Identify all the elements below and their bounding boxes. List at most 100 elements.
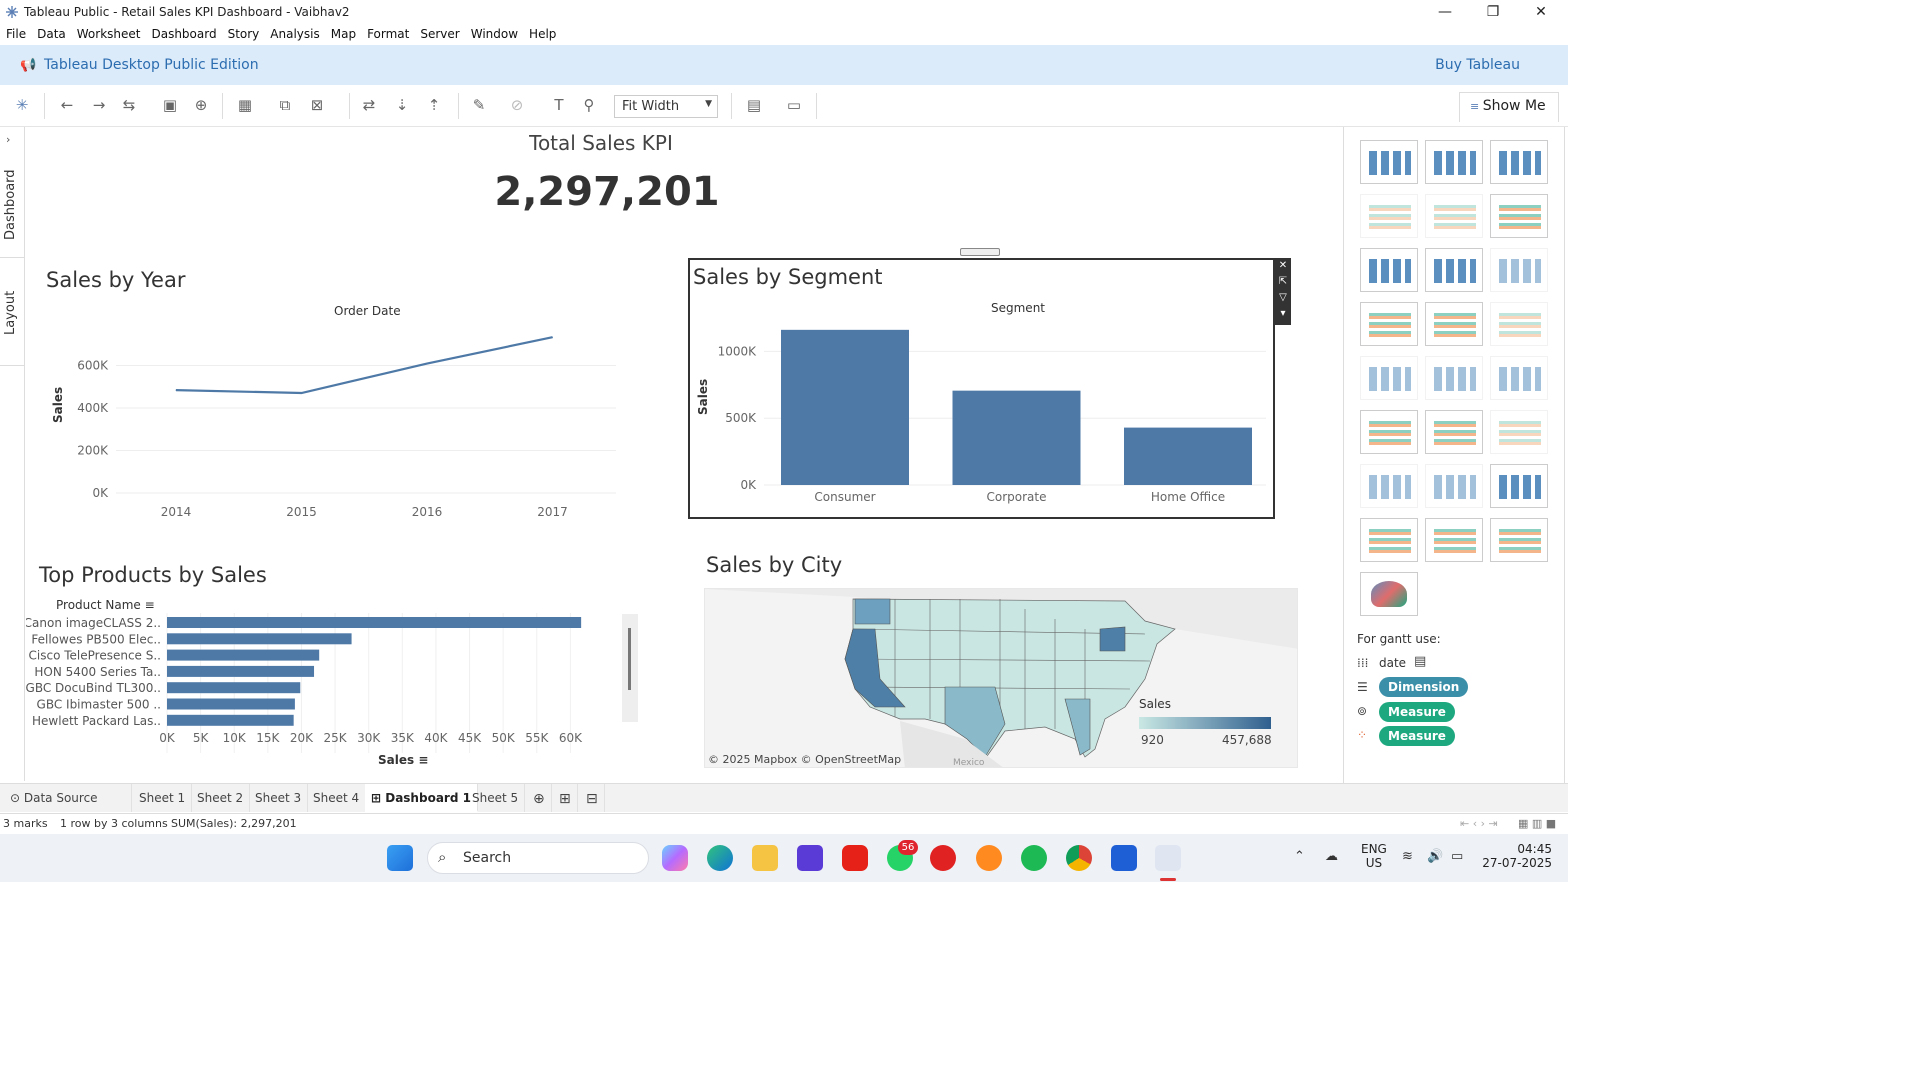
windows-start-icon[interactable]	[387, 845, 413, 871]
tableau-home-icon[interactable]: ✳	[13, 96, 31, 114]
view-mode-icons[interactable]: ▦ ▥ ■	[1518, 817, 1556, 830]
restore-button[interactable]: ❐	[1470, 0, 1516, 24]
copilot-icon[interactable]	[662, 845, 688, 871]
chart-type-thumbnail[interactable]	[1425, 410, 1483, 454]
chart-type-thumbnail[interactable]	[1425, 518, 1483, 562]
filter-icon[interactable]: ▽	[1275, 290, 1291, 306]
tray-icon[interactable]: ☁	[1325, 849, 1338, 864]
replay-icon[interactable]: ⇆	[120, 96, 138, 114]
show-me-tab[interactable]: ≡ Show Me	[1459, 92, 1559, 122]
new-dashboard-tab-icon[interactable]: ⊞	[553, 784, 578, 812]
group-members-icon[interactable]: ⊘	[508, 96, 526, 114]
sales-by-city-map[interactable]: Mexico © 2025 Mapbox © OpenStreetMap Sal…	[704, 588, 1298, 768]
dashboard-side-tab[interactable]: Dashboard	[3, 169, 18, 240]
go-to-sheet-icon[interactable]: ⇱	[1275, 274, 1291, 290]
chart-type-thumbnail[interactable]	[1490, 302, 1548, 346]
volume-icon[interactable]: 🔊	[1427, 849, 1443, 864]
clear-sheet-icon[interactable]: ⊠	[308, 96, 326, 114]
data-source-tab[interactable]: ⊙ Data Source	[4, 784, 132, 812]
new-data-source-icon[interactable]: ⊕	[192, 96, 210, 114]
chart-type-thumbnail[interactable]	[1360, 410, 1418, 454]
chart-type-thumbnail[interactable]	[1360, 194, 1418, 238]
language-indicator[interactable]: ENG US	[1361, 842, 1387, 870]
minimize-button[interactable]: —	[1422, 0, 1468, 24]
youtube-icon[interactable]	[842, 845, 868, 871]
chart-type-thumbnail[interactable]	[1490, 194, 1548, 238]
sheet-tab-2[interactable]: Sheet 2	[191, 784, 251, 812]
power-automate-icon[interactable]	[797, 845, 823, 871]
chart-type-thumbnail[interactable]	[1360, 572, 1418, 616]
tuf-icon[interactable]	[930, 845, 956, 871]
swap-rows-columns-icon[interactable]: ⇄	[360, 96, 378, 114]
pin-axes-icon[interactable]: ⚲	[580, 96, 598, 114]
chart-type-thumbnail[interactable]	[1425, 302, 1483, 346]
app-icon[interactable]	[976, 845, 1002, 871]
chart-type-thumbnail[interactable]	[1360, 248, 1418, 292]
show-cards-icon[interactable]: ▤	[745, 96, 763, 114]
sort-icon[interactable]: ≡	[145, 598, 155, 612]
menu-map[interactable]: Map	[325, 24, 361, 41]
drag-handle[interactable]	[960, 248, 1000, 256]
chart-type-thumbnail[interactable]	[1490, 140, 1548, 184]
menu-story[interactable]: Story	[222, 24, 265, 41]
edge-icon[interactable]	[707, 845, 733, 871]
chart-type-thumbnail[interactable]	[1490, 248, 1548, 292]
chart-type-thumbnail[interactable]	[1425, 464, 1483, 508]
clock[interactable]: 04:45 27-07-2025	[1482, 842, 1552, 870]
presentation-mode-icon[interactable]: ▭	[785, 96, 803, 114]
chart-type-thumbnail[interactable]	[1360, 518, 1418, 562]
file-explorer-icon[interactable]	[752, 845, 778, 871]
app-icon-2[interactable]	[1111, 845, 1137, 871]
chart-type-thumbnail[interactable]	[1490, 356, 1548, 400]
chart-type-thumbnail[interactable]	[1490, 464, 1548, 508]
chart-type-thumbnail[interactable]	[1360, 140, 1418, 184]
undo-icon[interactable]: ←	[58, 96, 76, 114]
chart-type-thumbnail[interactable]	[1360, 356, 1418, 400]
menu-window[interactable]: Window	[465, 24, 523, 41]
fit-width-dropdown[interactable]: Fit Width ▼	[614, 95, 718, 118]
sheet-tab-1[interactable]: Sheet 1	[133, 784, 193, 812]
duplicate-sheet-icon[interactable]: ⧉	[276, 96, 294, 114]
new-worksheet-tab-icon[interactable]: ⊕	[527, 784, 552, 812]
sheet-tab-5[interactable]: Sheet 5	[466, 784, 526, 812]
battery-icon[interactable]: ▭	[1451, 849, 1463, 864]
chart-type-thumbnail[interactable]	[1425, 194, 1483, 238]
new-worksheet-icon[interactable]: ▦	[236, 96, 254, 114]
chart-type-thumbnail[interactable]	[1490, 518, 1548, 562]
sort-icon[interactable]: ≡	[418, 753, 428, 767]
menu-format[interactable]: Format	[361, 24, 414, 41]
sheet-tab-4[interactable]: Sheet 4	[307, 784, 367, 812]
menu-help[interactable]: Help	[523, 24, 561, 41]
sort-ascending-icon[interactable]: ⇣	[393, 96, 411, 114]
new-story-tab-icon[interactable]: ⊟	[580, 784, 605, 812]
wifi-icon[interactable]: ≋	[1402, 849, 1413, 864]
scrollbar-thumb[interactable]	[628, 628, 631, 690]
sheet-tab-3[interactable]: Sheet 3	[249, 784, 309, 812]
menu-server[interactable]: Server	[414, 24, 464, 41]
expand-chevron-icon[interactable]: ›	[6, 133, 10, 146]
layout-side-tab[interactable]: Layout	[3, 291, 18, 335]
chart-type-thumbnail[interactable]	[1425, 356, 1483, 400]
close-icon[interactable]: ✕	[1275, 258, 1291, 274]
chart-type-thumbnail[interactable]	[1425, 140, 1483, 184]
spotify-icon[interactable]	[1021, 845, 1047, 871]
chart-type-thumbnail[interactable]	[1360, 302, 1418, 346]
menu-analysis[interactable]: Analysis	[264, 24, 324, 41]
redo-icon[interactable]: →	[90, 96, 108, 114]
chart-type-thumbnail[interactable]	[1490, 410, 1548, 454]
menu-data[interactable]: Data	[31, 24, 71, 41]
close-button[interactable]: ✕	[1518, 0, 1564, 24]
scrollbar-track[interactable]	[622, 614, 638, 722]
chrome-icon[interactable]	[1066, 845, 1092, 871]
taskbar-search[interactable]: ⌕ Search	[427, 842, 649, 874]
menu-file[interactable]: File	[0, 24, 31, 41]
tableau-taskbar-icon[interactable]	[1155, 845, 1181, 871]
more-options-icon[interactable]: ▾	[1275, 306, 1291, 322]
sort-descending-icon[interactable]: ⇡	[425, 96, 443, 114]
menu-worksheet[interactable]: Worksheet	[71, 24, 146, 41]
chart-type-thumbnail[interactable]	[1360, 464, 1418, 508]
chevron-up-icon[interactable]: ⌃	[1294, 849, 1305, 864]
buy-tableau-link[interactable]: Buy Tableau	[1435, 57, 1520, 73]
chart-type-thumbnail[interactable]	[1425, 248, 1483, 292]
save-icon[interactable]: ▣	[161, 96, 179, 114]
